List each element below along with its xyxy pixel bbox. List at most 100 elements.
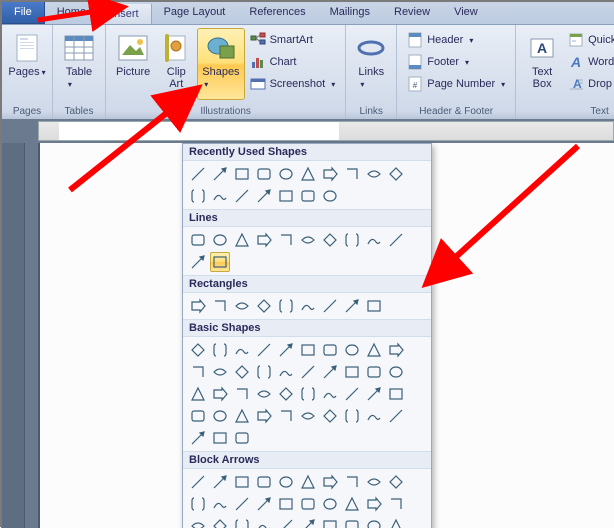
shape-item[interactable] [232,186,252,206]
shape-item[interactable] [342,472,362,492]
shape-item[interactable] [254,516,274,528]
shape-item[interactable] [386,406,406,426]
shape-item[interactable] [232,384,252,404]
shape-item[interactable] [276,296,296,316]
shape-item[interactable] [320,406,340,426]
pagenumber-button[interactable]: #Page Number ▾ [404,74,508,94]
shape-item[interactable] [188,296,208,316]
shape-item[interactable] [276,494,296,514]
shape-item[interactable] [320,472,340,492]
shape-item[interactable] [254,362,274,382]
dropcap-button[interactable]: ADrop Cap ▾ [565,74,614,94]
shape-item[interactable] [188,164,208,184]
shape-item[interactable] [232,230,252,250]
shapes-scroll[interactable]: Recently Used ShapesLinesRectanglesBasic… [183,144,431,528]
shape-item[interactable] [232,428,252,448]
shape-item[interactable] [210,516,230,528]
textbox-button[interactable]: A Text Box [521,28,563,100]
smartart-button[interactable]: SmartArt [247,30,339,50]
shape-item[interactable] [232,516,252,528]
shape-item[interactable] [232,296,252,316]
shape-item[interactable] [320,186,340,206]
shape-item[interactable] [298,296,318,316]
shape-item[interactable] [364,472,384,492]
shape-item[interactable] [364,516,384,528]
shape-item[interactable] [254,164,274,184]
shape-item[interactable] [342,516,362,528]
shape-item[interactable] [364,406,384,426]
tab-references[interactable]: References [237,2,317,24]
shape-item[interactable] [188,428,208,448]
shape-item[interactable] [320,494,340,514]
shape-item[interactable] [232,362,252,382]
tab-home[interactable]: Home [45,2,98,24]
shape-item[interactable] [188,340,208,360]
shape-item[interactable] [276,406,296,426]
shape-item[interactable] [386,494,406,514]
shape-item[interactable] [320,516,340,528]
shape-item[interactable] [364,494,384,514]
shape-item[interactable] [188,406,208,426]
shape-item[interactable] [320,230,340,250]
shape-item[interactable] [320,362,340,382]
shape-item[interactable] [276,384,296,404]
shape-item[interactable] [364,340,384,360]
shape-item[interactable] [232,406,252,426]
vertical-ruler[interactable] [2,143,25,528]
clipart-button[interactable]: Clip Art [155,28,197,100]
table-button[interactable]: Table▾ [58,28,100,94]
shape-item[interactable] [364,362,384,382]
shape-item[interactable] [298,406,318,426]
shape-item[interactable] [188,384,208,404]
links-button[interactable]: Links▾ [350,28,392,94]
screenshot-button[interactable]: Screenshot ▾ [247,74,339,94]
shape-item[interactable] [298,516,318,528]
shape-item[interactable] [298,186,318,206]
shape-item[interactable] [210,296,230,316]
shape-item[interactable] [254,406,274,426]
shape-item[interactable] [254,186,274,206]
shape-item[interactable] [254,472,274,492]
shape-item[interactable] [298,362,318,382]
shape-item[interactable] [386,384,406,404]
shape-item[interactable] [386,340,406,360]
shape-item[interactable] [276,186,296,206]
shape-item[interactable] [276,472,296,492]
shape-item[interactable] [210,472,230,492]
shape-item[interactable] [276,230,296,250]
pages-button[interactable]: Pages▾ [3,28,50,82]
shape-item[interactable] [298,472,318,492]
chart-button[interactable]: Chart [247,52,339,72]
shape-item[interactable] [320,384,340,404]
shape-item[interactable] [276,362,296,382]
shape-item[interactable] [210,406,230,426]
shape-item[interactable] [298,494,318,514]
shape-item[interactable] [232,164,252,184]
shape-item[interactable] [342,230,362,250]
shape-item[interactable] [320,340,340,360]
shape-item[interactable] [298,340,318,360]
shape-item[interactable] [320,164,340,184]
shape-item[interactable] [298,164,318,184]
shape-item[interactable] [386,472,406,492]
shape-item[interactable] [232,494,252,514]
shape-item[interactable] [188,230,208,250]
shape-item[interactable] [188,494,208,514]
horizontal-ruler[interactable] [38,121,614,141]
shape-item[interactable] [210,340,230,360]
shape-item[interactable] [342,340,362,360]
quickparts-button[interactable]: Quick Parts ▾ [565,30,614,50]
shape-item[interactable] [254,340,274,360]
shape-item[interactable] [188,252,208,272]
shape-item[interactable] [386,230,406,250]
shape-item[interactable] [188,186,208,206]
shape-item-highlighted[interactable] [210,252,230,272]
shape-item[interactable] [210,362,230,382]
shape-item[interactable] [364,384,384,404]
shape-item[interactable] [386,164,406,184]
shape-item[interactable] [364,296,384,316]
shape-item[interactable] [342,362,362,382]
wordart-button[interactable]: AWordArt ▾ [565,52,614,72]
shape-item[interactable] [210,186,230,206]
shape-item[interactable] [254,494,274,514]
